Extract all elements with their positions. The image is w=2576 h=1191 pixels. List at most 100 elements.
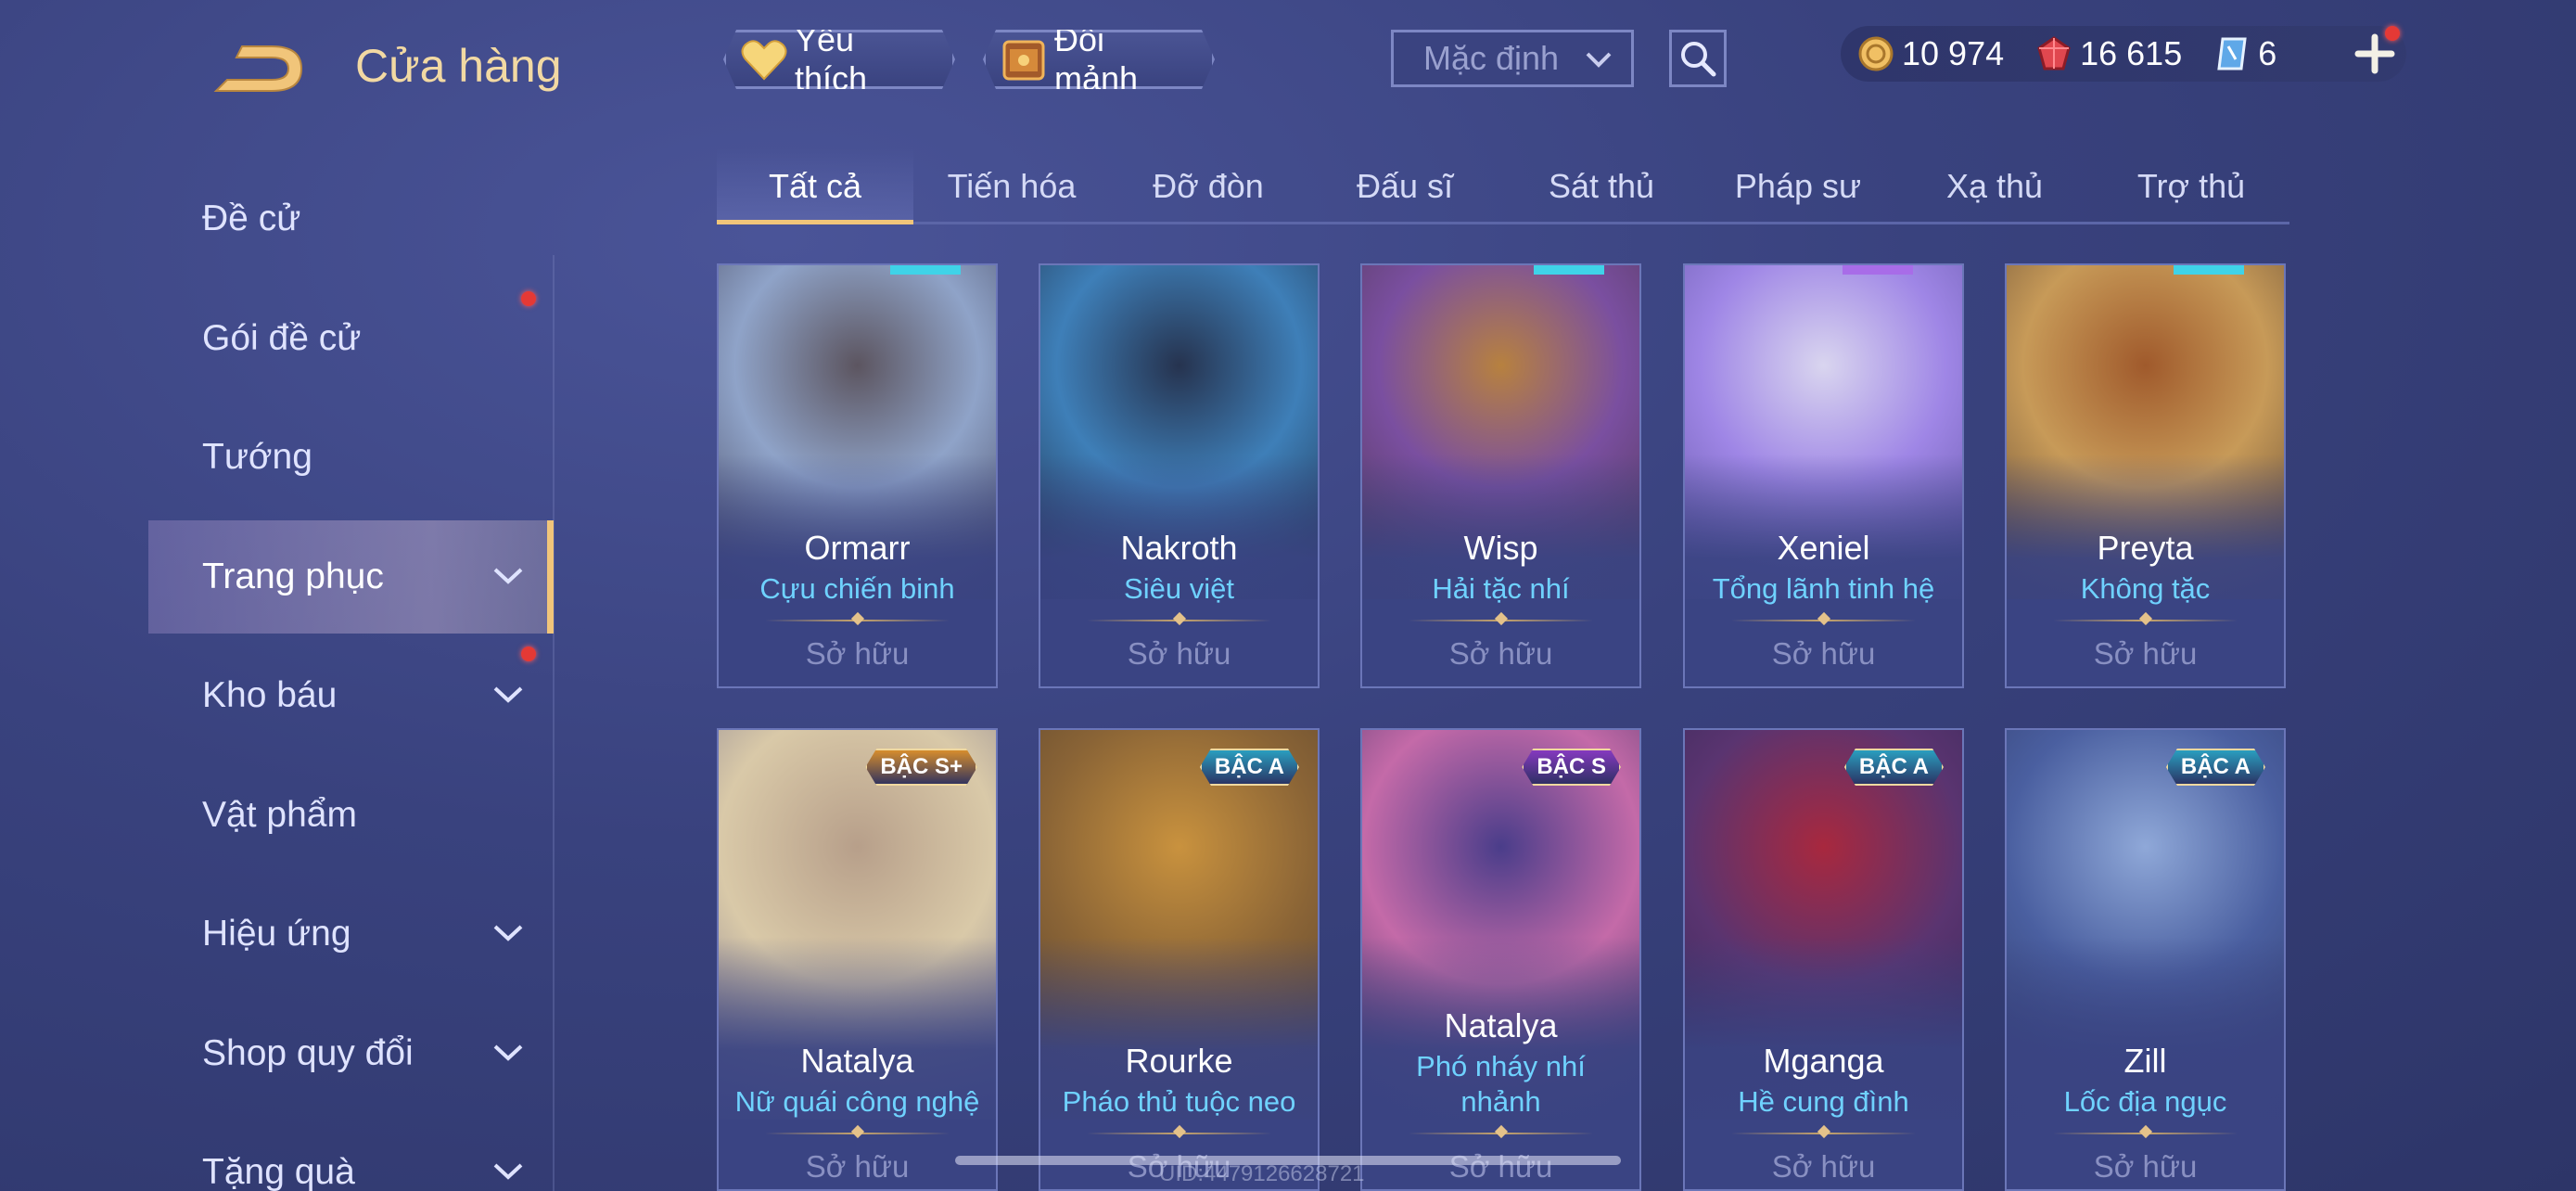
tab-label: Đỡ đòn bbox=[1153, 167, 1264, 205]
sidebar-item-label: Vật phẩm bbox=[202, 795, 357, 835]
sidebar-item-gifts[interactable]: Tặng quà bbox=[148, 1116, 554, 1191]
ticket-amount: 6 bbox=[2258, 34, 2277, 72]
skin-card[interactable]: Xeniel Tổng lãnh tinh hệ Sở hữu bbox=[1683, 263, 1964, 688]
sidebar-item-label: Tướng bbox=[202, 437, 312, 477]
favorite-button[interactable]: Yêu thích bbox=[723, 30, 955, 89]
tier-badge: BẬC A bbox=[1200, 749, 1299, 786]
card-divider bbox=[1087, 1133, 1271, 1134]
search-button[interactable] bbox=[1669, 30, 1727, 87]
tab-mage[interactable]: Pháp sư bbox=[1700, 148, 1896, 224]
tab-all[interactable]: Tất cả bbox=[717, 148, 913, 224]
sidebar-item-label: Gói đề cử bbox=[202, 318, 362, 358]
sidebar-item-label: Tặng quà bbox=[202, 1152, 355, 1191]
coin-icon bbox=[1858, 36, 1894, 71]
skin-card[interactable]: Wisp Hải tặc nhí Sở hữu bbox=[1360, 263, 1641, 688]
voucher-amount: 16 615 bbox=[2080, 34, 2183, 72]
tab-label: Tất cả bbox=[768, 167, 862, 205]
hero-name: Xeniel bbox=[1777, 529, 1870, 567]
skin-card[interactable]: Nakroth Siêu việt Sở hữu bbox=[1039, 263, 1320, 688]
skin-name: Siêu việt bbox=[1124, 572, 1234, 605]
sidebar-item-skins[interactable]: Trang phục bbox=[148, 520, 554, 634]
skin-card[interactable]: Preyta Không tặc Sở hữu bbox=[2005, 263, 2286, 688]
category-tabs: Tất cả Tiến hóa Đỡ đòn Đấu sĩ Sát thủ Ph… bbox=[717, 148, 2289, 224]
ticket-currency: 6 bbox=[2213, 34, 2276, 73]
notification-dot bbox=[2385, 26, 2400, 41]
hero-name: Rourke bbox=[1125, 1042, 1233, 1080]
skin-card[interactable]: BẬC A Mganga Hề cung đình Sở hữu bbox=[1683, 728, 1964, 1191]
search-icon bbox=[1681, 42, 1716, 77]
sidebar-item-heroes[interactable]: Tướng bbox=[148, 401, 554, 514]
currency-bar: 10 974 16 615 6 bbox=[1841, 26, 2406, 82]
card-top-tag bbox=[1534, 265, 1604, 275]
sidebar-item-recommended-bundles[interactable]: Gói đề cử bbox=[148, 282, 554, 395]
tab-fighter[interactable]: Đấu sĩ bbox=[1307, 148, 1503, 224]
owned-label: Sở hữu bbox=[2093, 636, 2198, 671]
skin-card[interactable]: Ormarr Cựu chiến binh Sở hữu bbox=[717, 263, 998, 688]
sidebar-item-label: Kho báu bbox=[202, 675, 338, 715]
tab-marksman[interactable]: Xạ thủ bbox=[1896, 148, 2093, 224]
tab-tank[interactable]: Đỡ đòn bbox=[1110, 148, 1307, 224]
owned-label: Sở hữu bbox=[1448, 1149, 1553, 1184]
tab-label: Tiến hóa bbox=[947, 167, 1077, 205]
skin-name: Tổng lãnh tinh hệ bbox=[1712, 572, 1935, 605]
hero-name: Mganga bbox=[1763, 1042, 1884, 1080]
hero-name: Zill bbox=[2123, 1042, 2167, 1080]
tab-label: Sát thủ bbox=[1548, 167, 1655, 205]
chevron-down-icon bbox=[493, 1044, 523, 1061]
chevron-down-icon bbox=[493, 686, 523, 703]
card-divider bbox=[2053, 620, 2238, 621]
chevron-down-icon bbox=[493, 568, 523, 584]
sidebar-item-items[interactable]: Vật phẩm bbox=[148, 759, 554, 872]
sort-dropdown[interactable]: Mặc định bbox=[1391, 30, 1634, 87]
hero-name: Natalya bbox=[800, 1042, 914, 1080]
gold-currency: 10 974 bbox=[1857, 34, 2004, 73]
card-top-tag bbox=[2174, 265, 2244, 275]
tab-assassin[interactable]: Sát thủ bbox=[1503, 148, 1700, 224]
home-indicator[interactable] bbox=[955, 1156, 1621, 1165]
chevron-down-icon bbox=[493, 1163, 523, 1180]
gold-amount: 10 974 bbox=[1902, 34, 2005, 72]
sidebar-item-label: Trang phục bbox=[202, 557, 384, 596]
skin-name: Nữ quái công nghệ bbox=[734, 1085, 980, 1118]
card-divider bbox=[1409, 620, 1593, 621]
owned-label: Sở hữu bbox=[805, 636, 910, 671]
skin-card[interactable]: BẬC S Natalya Phó nháy nhí nhảnh Sở hữu bbox=[1360, 728, 1641, 1191]
sidebar-item-label: Shop quy đổi bbox=[202, 1033, 414, 1073]
card-divider bbox=[765, 620, 950, 621]
favorite-label: Yêu thích bbox=[795, 20, 868, 97]
gem-icon bbox=[2037, 36, 2071, 70]
card-divider bbox=[1087, 620, 1271, 621]
sidebar-item-effects[interactable]: Hiệu ứng bbox=[148, 877, 554, 991]
skin-card[interactable]: BẬC A Zill Lốc địa ngục Sở hữu bbox=[2005, 728, 2286, 1191]
skin-card[interactable]: BẬC A Rourke Pháo thủ tuộc neo Sở hữu bbox=[1039, 728, 1320, 1191]
fragment-exchange-button[interactable]: Đổi mảnh bbox=[983, 30, 1215, 89]
sort-value: Mặc định bbox=[1423, 39, 1560, 77]
sidebar-item-exchange-shop[interactable]: Shop quy đổi bbox=[148, 997, 554, 1110]
tab-label: Xạ thủ bbox=[1945, 167, 2044, 205]
sidebar-item-recommended[interactable]: Đề cử bbox=[148, 162, 554, 275]
owned-label: Sở hữu bbox=[1448, 636, 1553, 671]
card-top-tag bbox=[890, 265, 961, 275]
notification-dot bbox=[521, 291, 536, 306]
hero-name: Preyta bbox=[2097, 529, 2194, 567]
hero-name: Natalya bbox=[1444, 1006, 1558, 1044]
owned-label: Sở hữu bbox=[1771, 636, 1876, 671]
heart-icon bbox=[739, 34, 789, 84]
tab-label: Pháp sư bbox=[1734, 167, 1862, 205]
sidebar-item-treasure[interactable]: Kho báu bbox=[148, 639, 554, 752]
skin-name: Hải tặc nhí bbox=[1432, 572, 1570, 605]
skin-name: Cựu chiến binh bbox=[759, 572, 955, 605]
skin-card[interactable]: BẬC S+ Natalya Nữ quái công nghệ Sở hữu bbox=[717, 728, 998, 1191]
card-divider bbox=[1731, 620, 1916, 621]
chevron-down-icon bbox=[1586, 52, 1612, 68]
tab-evolution[interactable]: Tiến hóa bbox=[913, 148, 1110, 224]
card-divider bbox=[765, 1133, 950, 1134]
owned-label: Sở hữu bbox=[805, 1149, 910, 1184]
card-divider bbox=[1731, 1133, 1916, 1134]
voucher-currency: 16 615 bbox=[2035, 34, 2182, 73]
skin-name: Lốc địa ngục bbox=[2063, 1085, 2227, 1118]
chevron-down-icon bbox=[493, 925, 523, 941]
tab-support[interactable]: Trợ thủ bbox=[2093, 148, 2289, 224]
shop-screen: Cửa hàng Yêu thích Đổi mảnh Mặc định 10 … bbox=[0, 0, 2576, 1191]
skin-name: Hề cung đình bbox=[1738, 1085, 1909, 1118]
